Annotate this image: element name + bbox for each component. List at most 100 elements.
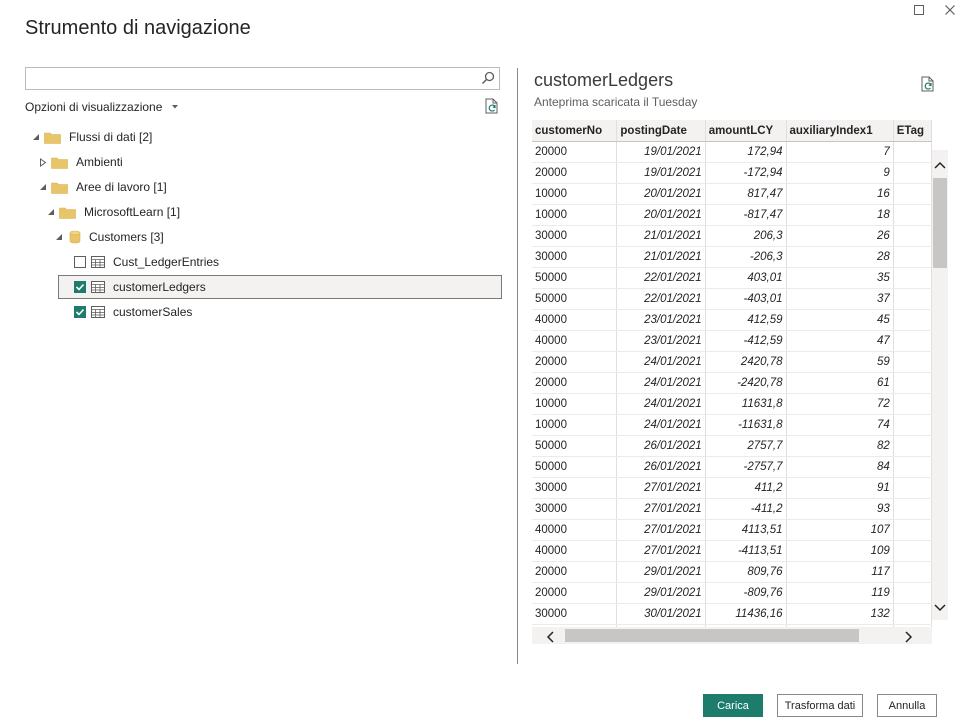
tree-item-cust-ledgerentries[interactable]: Cust_LedgerEntries — [74, 250, 219, 274]
table-cell: 84 — [786, 456, 894, 478]
table-row: 40000 23/01/2021 412,59 45 — [532, 309, 932, 331]
table-cell: 30/01/2021 — [616, 603, 706, 625]
table-cell: 403,01 — [705, 267, 787, 289]
checkbox[interactable] — [74, 256, 86, 268]
table-cell: 29/01/2021 — [616, 582, 706, 604]
scroll-down-button[interactable] — [933, 600, 947, 618]
table-cell: 206,3 — [705, 225, 787, 247]
checkbox-checked[interactable] — [74, 306, 86, 318]
expanded-arrow-icon[interactable] — [54, 233, 64, 241]
table-cell: 93 — [786, 498, 894, 520]
table-cell: 21/01/2021 — [616, 246, 706, 268]
table-row: 10000 24/01/2021 -11631,8 74 — [532, 414, 932, 436]
maximize-button[interactable] — [911, 2, 927, 18]
table-cell: 40000 — [532, 330, 618, 352]
table-cell: 30000 — [532, 498, 618, 520]
tree-item-customersales[interactable]: customerSales — [74, 300, 192, 324]
table-row: 20000 24/01/2021 -2420,78 61 — [532, 372, 932, 394]
refresh-tree-button[interactable] — [484, 98, 500, 120]
column-header-etag[interactable]: ETag — [893, 120, 932, 142]
search-input[interactable] — [30, 68, 474, 90]
tree-item-label: Customers [3] — [89, 230, 164, 244]
table-cell — [893, 267, 932, 289]
table-row: 50000 22/01/2021 403,01 35 — [532, 267, 932, 289]
checkbox-checked[interactable] — [74, 281, 86, 293]
table-cell: 24/01/2021 — [616, 351, 706, 373]
table-cell: 24/01/2021 — [616, 414, 706, 436]
preview-table-container[interactable]: customerNo postingDate amountLCY auxilia… — [532, 120, 932, 627]
table-cell — [893, 330, 932, 352]
table-cell: 22/01/2021 — [616, 288, 706, 310]
close-button[interactable] — [942, 2, 958, 18]
table-cell: 23/01/2021 — [616, 309, 706, 331]
collapsed-arrow-icon[interactable] — [38, 157, 48, 167]
scroll-left-button[interactable] — [545, 630, 555, 648]
refresh-preview-button[interactable] — [920, 76, 936, 98]
table-cell: 72 — [786, 393, 894, 415]
table-cell: 30000 — [532, 225, 618, 247]
tree-item-label: Flussi di dati [2] — [69, 130, 153, 144]
table-cell: 50000 — [532, 267, 618, 289]
table-cell: 59 — [786, 351, 894, 373]
scroll-right-button[interactable] — [904, 630, 914, 648]
tree-item-customers[interactable]: Customers [3] — [54, 225, 164, 249]
tree-item-aree-di-lavoro[interactable]: Aree di lavoro [1] — [38, 175, 167, 199]
pane-divider[interactable] — [517, 68, 518, 664]
table-row: 50000 26/01/2021 -2757,7 84 — [532, 456, 932, 478]
transform-data-button[interactable]: Trasforma dati — [777, 694, 863, 717]
table-cell — [893, 183, 932, 205]
vertical-scroll-thumb[interactable] — [933, 178, 947, 268]
table-icon — [91, 281, 105, 293]
search-icon[interactable] — [481, 71, 495, 90]
horizontal-scroll-thumb[interactable] — [565, 629, 859, 642]
expanded-arrow-icon[interactable] — [46, 208, 56, 216]
table-cell: 91 — [786, 477, 894, 499]
table-cell: -2757,7 — [705, 456, 787, 478]
column-header-amountlcy[interactable]: amountLCY — [705, 120, 787, 142]
cancel-button[interactable]: Annulla — [877, 694, 937, 717]
table-cell: 30000 — [532, 246, 618, 268]
table-body: 20000 19/01/2021 172,94 7 20000 19/01/2021 -17… — [532, 141, 932, 627]
expanded-arrow-icon[interactable] — [38, 183, 48, 191]
expanded-arrow-icon[interactable] — [31, 133, 41, 141]
table-cell: 27/01/2021 — [616, 519, 706, 541]
table-cell — [893, 141, 932, 163]
column-header-postingdate[interactable]: postingDate — [616, 120, 706, 142]
table-row: 30000 21/01/2021 206,3 26 — [532, 225, 932, 247]
table-cell: 21/01/2021 — [616, 225, 706, 247]
table-row: 40000 27/01/2021 4113,51 107 — [532, 519, 932, 541]
view-options-label: Opzioni di visualizzazione — [25, 100, 163, 114]
table-cell: 27/01/2021 — [616, 498, 706, 520]
view-options-dropdown[interactable]: Opzioni di visualizzazione — [25, 100, 179, 114]
tree-item-label: customerLedgers — [113, 280, 206, 294]
tree-item-microsoftlearn[interactable]: MicrosoftLearn [1] — [46, 200, 180, 224]
table-cell — [893, 540, 932, 562]
chevron-left-icon — [546, 631, 554, 643]
column-header-customerno[interactable]: customerNo — [532, 120, 618, 142]
tree-item-flussi-di-dati[interactable]: Flussi di dati [2] — [31, 125, 152, 149]
folder-icon — [44, 132, 61, 144]
tree-item-label: customerSales — [113, 305, 193, 319]
table-cell: 40000 — [532, 519, 618, 541]
table-cell: 10000 — [532, 393, 618, 415]
table-cell: 26/01/2021 — [616, 456, 706, 478]
search-box[interactable] — [25, 67, 500, 90]
table-cell — [893, 372, 932, 394]
table-cell: 20000 — [532, 582, 618, 604]
table-cell: 27/01/2021 — [616, 477, 706, 499]
load-button[interactable]: Carica — [703, 694, 763, 717]
column-header-auxiliaryindex1[interactable]: auxiliaryIndex1 — [786, 120, 894, 142]
table-row: 50000 22/01/2021 -403,01 37 — [532, 288, 932, 310]
folder-icon — [59, 207, 76, 219]
tree-item-ambienti[interactable]: Ambienti — [38, 150, 123, 174]
table-row: 10000 20/01/2021 -817,47 18 — [532, 204, 932, 226]
tree-item-customerledgers[interactable]: customerLedgers — [74, 275, 206, 299]
table-cell: 40000 — [532, 540, 618, 562]
table-cell: 50000 — [532, 435, 618, 457]
table-cell: 61 — [786, 372, 894, 394]
table-cell: 50000 — [532, 456, 618, 478]
scroll-up-button[interactable] — [933, 157, 947, 175]
table-cell — [893, 477, 932, 499]
table-cell — [893, 435, 932, 457]
table-cell — [893, 351, 932, 373]
